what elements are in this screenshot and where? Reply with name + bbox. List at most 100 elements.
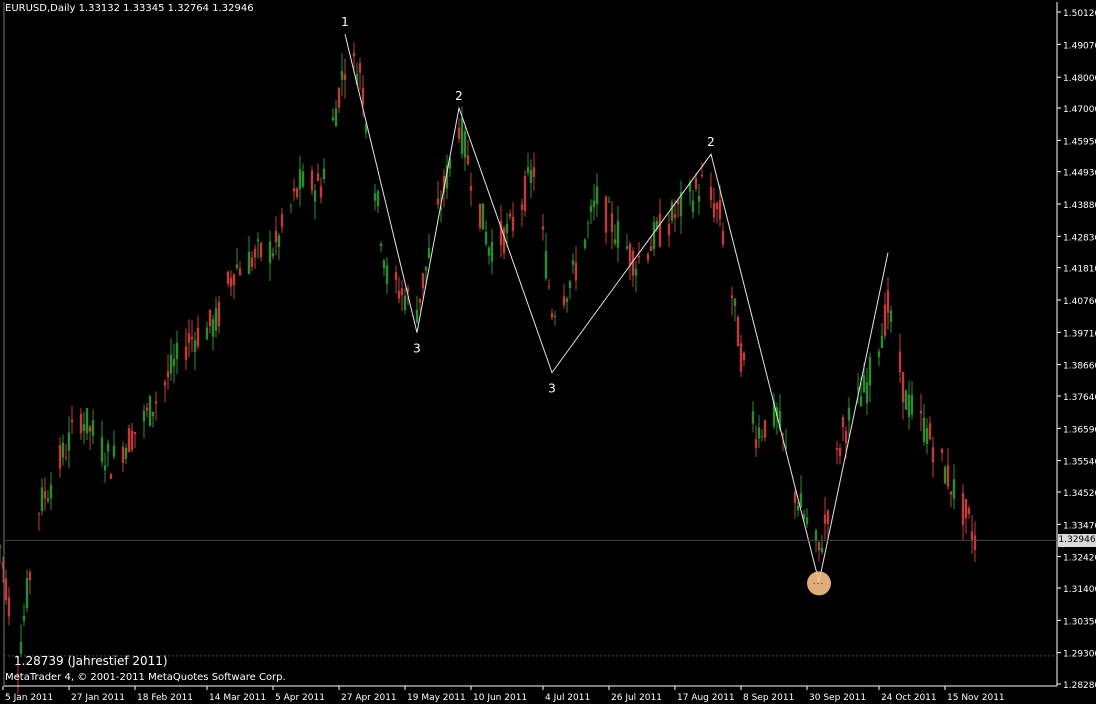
candle-body <box>373 193 377 201</box>
candle-body <box>19 641 23 654</box>
candle-body <box>403 295 407 311</box>
wave-line <box>344 34 889 582</box>
candle-body <box>148 396 152 426</box>
candle-body <box>859 396 863 407</box>
candle-body <box>298 169 302 190</box>
candle-body <box>508 213 512 217</box>
candle-body <box>238 268 242 276</box>
candle-body <box>277 235 281 248</box>
time-tick-label: 27 Jan 2011 <box>71 693 125 703</box>
candle-body <box>58 445 62 469</box>
candle-body <box>637 256 641 258</box>
candle-body <box>574 262 578 281</box>
candle-body <box>247 251 251 275</box>
candle-body <box>925 428 929 445</box>
chart-window[interactable]: 1 3 2 3 2 1.50120 1.49070 1.48000 1.47000 1.4595… <box>0 0 1096 704</box>
candle-body <box>385 265 389 285</box>
candle-body <box>79 413 83 434</box>
symbol-header: EURUSD,Daily 1.33132 1.33345 1.32764 1.3… <box>5 3 254 14</box>
candle-body <box>175 342 179 360</box>
candle-body <box>127 428 131 453</box>
candle-body <box>943 467 947 484</box>
wave-label: 1 <box>341 15 349 29</box>
candle-body <box>85 408 89 434</box>
candle-body <box>43 491 47 499</box>
candle-body <box>835 448 839 450</box>
candle-body <box>460 118 464 155</box>
candle-body <box>898 351 902 373</box>
candle-body <box>949 491 953 495</box>
candle-body <box>211 319 215 337</box>
candle-body <box>25 577 29 609</box>
wave-label: 2 <box>455 89 463 103</box>
candle-body <box>757 427 761 439</box>
candle-body <box>415 309 419 323</box>
candle-body <box>259 242 263 258</box>
candle-body <box>70 419 74 423</box>
candle-body <box>46 498 50 502</box>
candle-body <box>550 313 554 318</box>
candle-body <box>469 186 473 191</box>
candle-body <box>739 343 743 372</box>
price-tick-label: 1.31400 <box>1063 585 1096 595</box>
candle-body <box>613 239 617 244</box>
candle-body <box>553 315 557 317</box>
candle-body <box>928 423 932 439</box>
candle-body <box>193 340 197 352</box>
candle-body <box>646 254 650 261</box>
candle-body <box>310 170 314 191</box>
price-tick-label: 1.33470 <box>1063 521 1096 531</box>
price-tick-label: 1.41810 <box>1063 265 1096 275</box>
candle-body <box>544 251 548 279</box>
candle-body <box>163 381 167 386</box>
candle-body <box>229 277 233 287</box>
price-tick-label: 1.28280 <box>1063 681 1096 691</box>
price-tick-label: 1.36590 <box>1063 425 1096 435</box>
candle-body <box>313 190 317 202</box>
axes-layer: 1.50120 1.49070 1.48000 1.47000 1.45950 1.449… <box>2 2 1096 703</box>
candle-body <box>721 230 725 245</box>
candle-body <box>751 411 755 424</box>
candle-body <box>205 327 209 340</box>
candle-body <box>652 222 656 249</box>
candle-body <box>838 447 842 457</box>
candle-body <box>169 354 173 374</box>
candle-body <box>565 298 569 302</box>
price-tick-label: 1.49070 <box>1063 41 1096 51</box>
candle-body <box>112 445 116 457</box>
candle-body <box>880 335 884 349</box>
candle-body <box>4 578 8 601</box>
candle-body <box>187 333 191 343</box>
candle-body <box>901 372 905 403</box>
candle-body <box>718 200 722 220</box>
candle-body <box>109 474 113 479</box>
candle-body <box>424 266 428 271</box>
candle-body <box>196 327 200 347</box>
candle-body <box>961 493 965 525</box>
candle-body <box>820 547 824 553</box>
candle-body <box>814 530 818 542</box>
candle-body <box>793 491 797 503</box>
candle-body <box>226 271 230 284</box>
candle-body <box>817 541 821 551</box>
candle-body <box>952 479 956 499</box>
candle-body <box>970 531 974 541</box>
candle-body <box>571 260 575 265</box>
wave-label: 2 <box>707 135 715 149</box>
time-tick-label: 30 Sep 2011 <box>809 693 866 703</box>
candle-body <box>736 316 740 347</box>
price-chart[interactable]: 1 3 2 3 2 1.50120 1.49070 1.48000 1.47000 1.4595… <box>0 0 1096 704</box>
wave-lines-layer: 1 3 2 3 2 <box>341 15 889 596</box>
candle-body <box>481 203 485 230</box>
candle-body <box>361 87 365 105</box>
price-tick-label: 1.42830 <box>1063 233 1096 243</box>
candle-body <box>946 465 950 487</box>
candle-body <box>256 239 260 242</box>
candle-body <box>712 202 716 218</box>
candle-body <box>922 417 926 442</box>
candle-body <box>166 371 170 378</box>
candle-body <box>742 352 746 361</box>
price-tick-label: 1.30350 <box>1063 617 1096 627</box>
candle-body <box>823 514 827 524</box>
candle-body <box>421 273 425 289</box>
